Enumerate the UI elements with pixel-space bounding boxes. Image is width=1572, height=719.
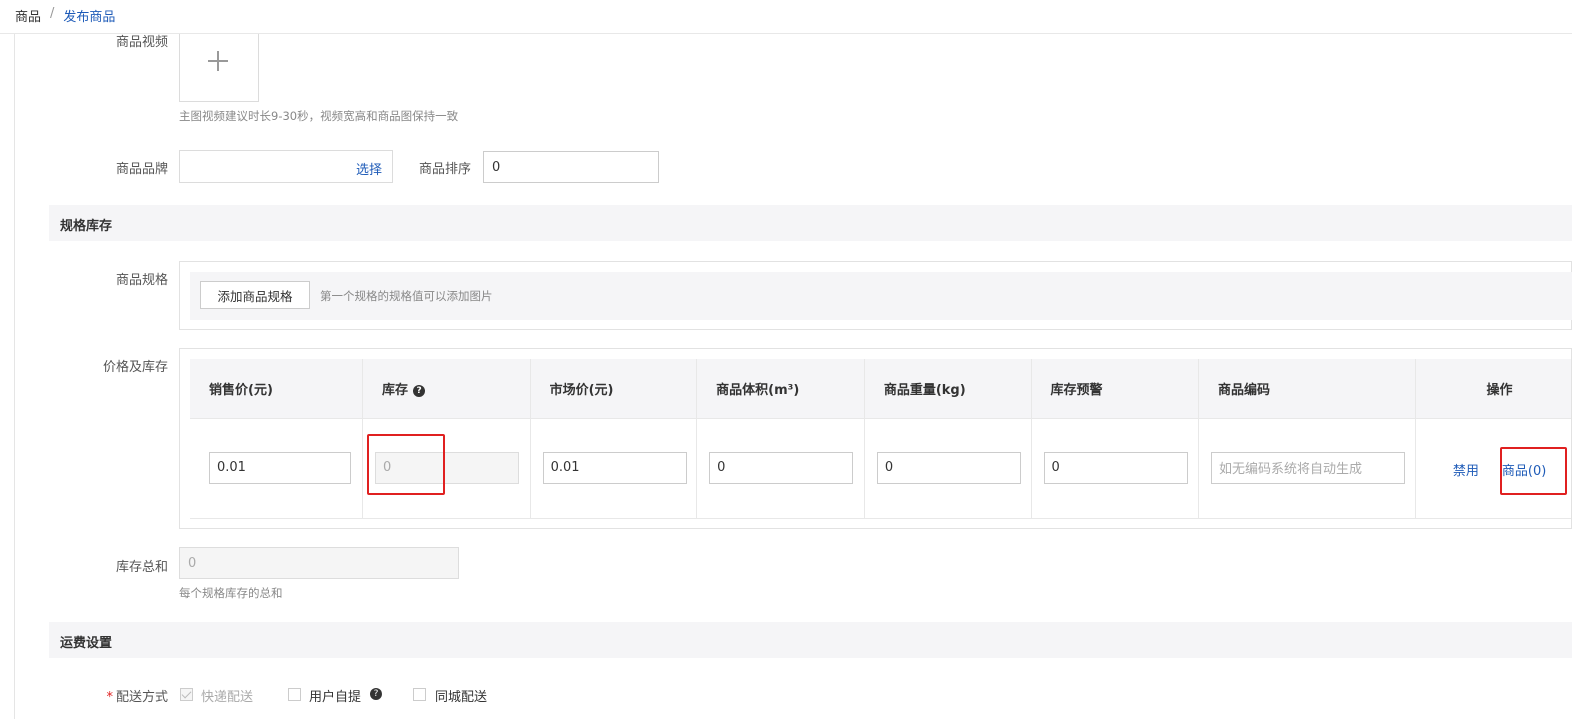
market-price-input[interactable]: 0.01 bbox=[542, 451, 687, 484]
weight-input[interactable]: 0 bbox=[876, 451, 1021, 484]
stock-total-input[interactable]: 0 bbox=[179, 547, 459, 579]
header-code: 商品编码 bbox=[1198, 359, 1416, 419]
breadcrumb-separator: / bbox=[50, 6, 55, 21]
add-spec-button[interactable]: 添加商品规格 bbox=[200, 281, 310, 309]
highlight-box-stock bbox=[367, 434, 445, 495]
spec-label: 商品规格 bbox=[115, 273, 168, 288]
cell-code: 如无编码系统将自动生成 bbox=[1198, 418, 1416, 519]
question-circle-icon[interactable]: ? bbox=[370, 688, 382, 700]
brand-label: 商品品牌 bbox=[115, 162, 168, 177]
delivery-label: * 配送方式 bbox=[48, 686, 168, 705]
sort-label: 商品排序 bbox=[418, 162, 471, 177]
video-upload-button[interactable] bbox=[179, 26, 259, 102]
breadcrumb-current: 发布商品 bbox=[63, 10, 116, 25]
stock-warning-input[interactable]: 0 bbox=[1043, 451, 1188, 484]
city-checkbox[interactable] bbox=[413, 688, 426, 701]
plus-icon bbox=[208, 51, 228, 71]
express-checkbox[interactable] bbox=[180, 688, 193, 701]
cell-volume: 0 bbox=[696, 418, 865, 519]
header-actions: 操作 bbox=[1415, 359, 1571, 419]
price-stock-label: 价格及库存 bbox=[102, 360, 168, 375]
sort-input[interactable]: 0 bbox=[483, 151, 659, 183]
header-sale-price: 销售价(元) bbox=[190, 359, 364, 419]
cell-stock-warning: 0 bbox=[1031, 418, 1199, 519]
header-volume: 商品体积(m³) bbox=[696, 359, 865, 419]
cell-weight: 0 bbox=[864, 418, 1032, 519]
breadcrumb: 商品 / 发布商品 bbox=[15, 6, 115, 25]
sidebar-divider bbox=[14, 34, 15, 719]
volume-input[interactable]: 0 bbox=[709, 451, 854, 484]
sale-price-input[interactable]: 0.01 bbox=[209, 451, 351, 484]
disable-link[interactable]: 禁用 bbox=[1453, 460, 1479, 479]
spec-hint: 第一个规格的规格值可以添加图片 bbox=[320, 289, 493, 303]
header-weight: 商品重量(kg) bbox=[864, 359, 1032, 419]
video-hint: 主图视频建议时长9-30秒，视频宽高和商品图保持一致 bbox=[179, 109, 459, 123]
table-header-row: 销售价(元) 库存? 市场价(元) 商品体积(m³) 商品重量(kg) 库存预警… bbox=[190, 359, 1571, 419]
stock-total-hint: 每个规格库存的总和 bbox=[179, 586, 283, 600]
delivery-label-text: 配送方式 bbox=[115, 690, 168, 705]
header-stock-warning: 库存预警 bbox=[1031, 359, 1199, 419]
header-stock-text: 库存 bbox=[382, 382, 409, 398]
shipping-section-header: 运费设置 bbox=[49, 622, 1572, 658]
code-input[interactable]: 如无编码系统将自动生成 bbox=[1210, 451, 1405, 484]
cell-sale-price: 0.01 bbox=[190, 418, 364, 519]
breadcrumb-root[interactable]: 商品 bbox=[15, 6, 41, 25]
spec-box: 添加商品规格 第一个规格的规格值可以添加图片 bbox=[179, 261, 1572, 330]
spec-section-title: 规格库存 bbox=[60, 219, 113, 234]
header-stock: 库存? bbox=[362, 359, 531, 419]
city-label: 同城配送 bbox=[435, 690, 488, 705]
pickup-label: 用户自提 bbox=[309, 690, 362, 705]
header-market-price: 市场价(元) bbox=[530, 359, 698, 419]
stock-total-label: 库存总和 bbox=[115, 560, 168, 575]
spec-section-header: 规格库存 bbox=[49, 205, 1572, 241]
pickup-checkbox[interactable] bbox=[288, 688, 301, 701]
question-circle-icon[interactable]: ? bbox=[413, 384, 426, 397]
cell-market-price: 0.01 bbox=[530, 418, 698, 519]
top-bar: 商品 / 发布商品 bbox=[0, 0, 1572, 34]
spec-toolbar: 添加商品规格 第一个规格的规格值可以添加图片 bbox=[190, 272, 1572, 320]
express-label: 快递配送 bbox=[201, 690, 254, 705]
required-mark: * bbox=[106, 690, 113, 705]
highlight-box-goods bbox=[1500, 447, 1567, 495]
shipping-section-title: 运费设置 bbox=[60, 636, 113, 651]
